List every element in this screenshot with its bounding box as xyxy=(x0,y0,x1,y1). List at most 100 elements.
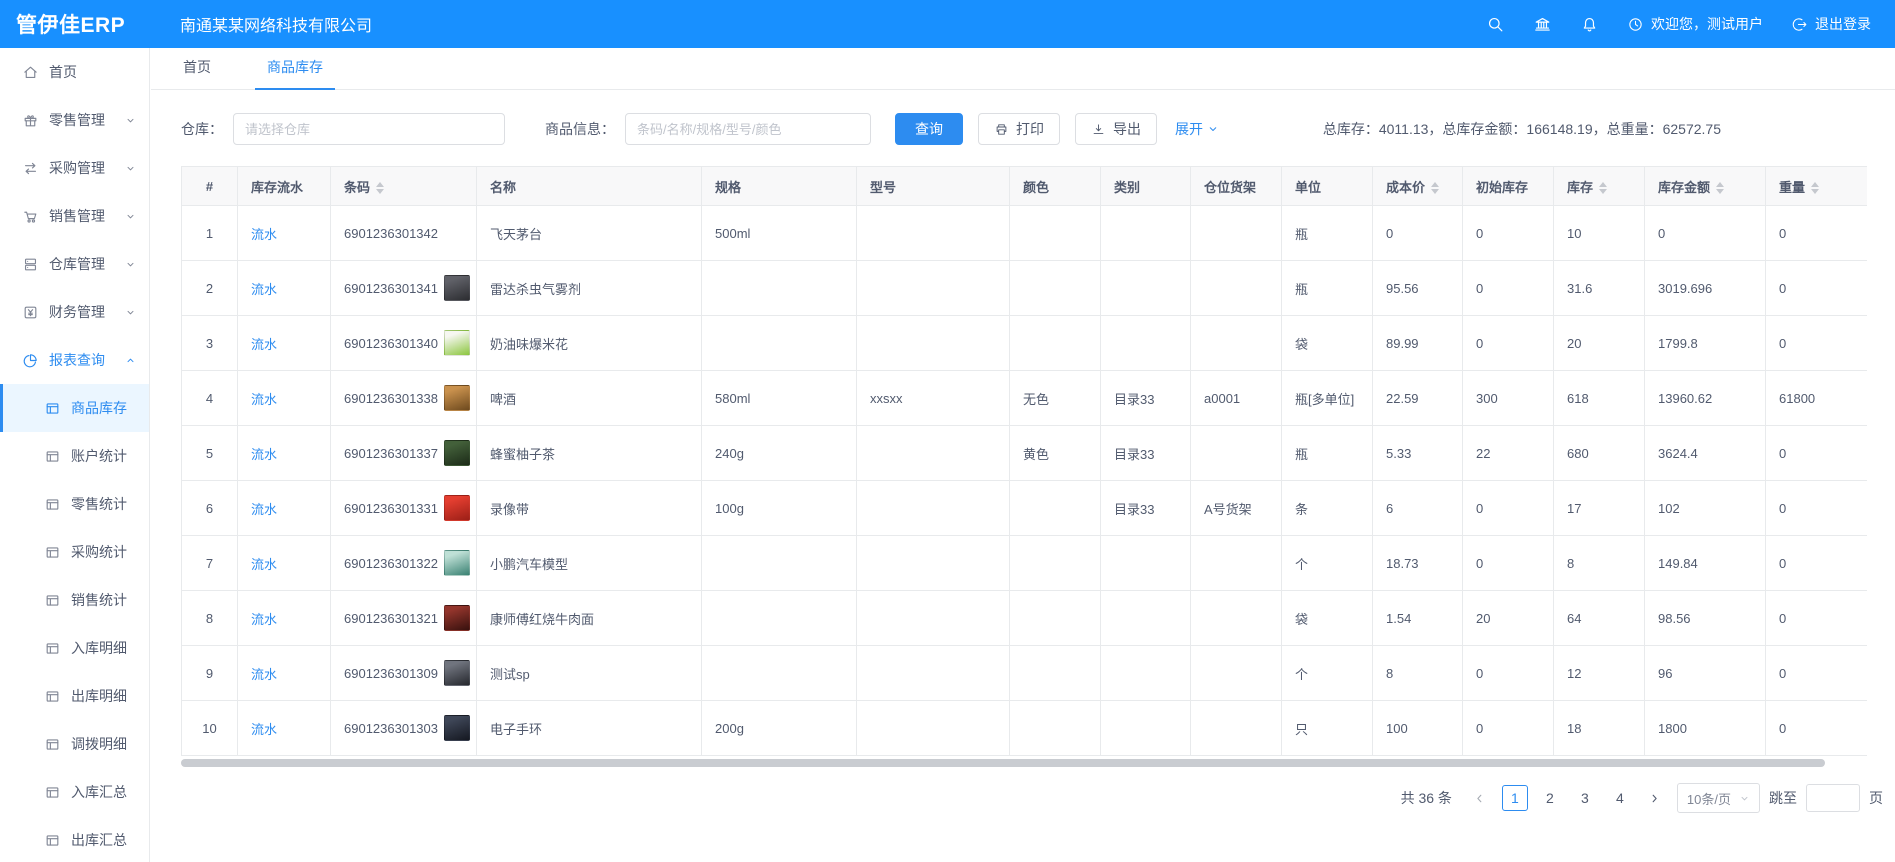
stock-flow-link[interactable]: 流水 xyxy=(251,667,277,682)
sidebar-item-goods-stock[interactable]: 商品库存 xyxy=(0,384,149,432)
page-button-1[interactable]: 1 xyxy=(1502,785,1528,811)
cell-color xyxy=(1010,591,1101,646)
stock-flow-link[interactable]: 流水 xyxy=(251,282,277,297)
search-icon[interactable] xyxy=(1486,15,1505,34)
page-size-select[interactable]: 10条/页 xyxy=(1677,783,1760,813)
product-thumbnail[interactable] xyxy=(444,275,470,301)
page-button-3[interactable]: 3 xyxy=(1572,785,1598,811)
product-thumbnail[interactable] xyxy=(444,605,470,631)
cell-model xyxy=(857,646,1010,701)
cell-initial-stock: 0 xyxy=(1463,646,1554,701)
column-header-10[interactable]: 成本价 xyxy=(1373,167,1463,206)
column-header-2[interactable]: 条码 xyxy=(331,167,477,206)
bell-icon[interactable] xyxy=(1580,15,1599,34)
page-size-value: 10条/页 xyxy=(1687,789,1731,808)
sidebar-item-inbound-detail[interactable]: 入库明细 xyxy=(0,624,149,672)
cell-color xyxy=(1010,206,1101,261)
welcome-user[interactable]: 欢迎您，测试用户 xyxy=(1627,14,1763,34)
stock-flow-link[interactable]: 流水 xyxy=(251,337,277,352)
sidebar-item-outbound-summary[interactable]: 出库汇总 xyxy=(0,816,149,862)
sort-caret[interactable] xyxy=(376,182,384,194)
table-header-row: #库存流水条码名称规格型号颜色类别仓位货架单位成本价初始库存库存库存金额重量 xyxy=(182,167,1868,206)
cell-category xyxy=(1101,701,1191,756)
jump-page-input[interactable] xyxy=(1806,784,1860,812)
sidebar-item-purchase[interactable]: 采购管理 xyxy=(0,144,149,192)
cell-stock-amount: 98.56 xyxy=(1645,591,1766,646)
sidebar-item-retail-stats[interactable]: 零售统计 xyxy=(0,480,149,528)
sidebar-item-outbound-detail[interactable]: 出库明细 xyxy=(0,672,149,720)
barcode-text: 6901236301309 xyxy=(344,666,438,681)
product-thumbnail[interactable] xyxy=(444,715,470,741)
cell-unit: 瓶 xyxy=(1282,261,1373,316)
sidebar-item-warehouse[interactable]: 仓库管理 xyxy=(0,240,149,288)
sidebar-item-transfer-detail[interactable]: 调拨明细 xyxy=(0,720,149,768)
stock-flow-link[interactable]: 流水 xyxy=(251,392,277,407)
scrollbar-thumb[interactable] xyxy=(181,759,1825,767)
search-button[interactable]: 查询 xyxy=(895,113,963,145)
tab-goods-stock[interactable]: 商品库存 xyxy=(265,57,325,89)
cell-barcode: 6901236301331 xyxy=(331,481,477,536)
cell-barcode: 6901236301337 xyxy=(331,426,477,481)
next-page-button[interactable] xyxy=(1642,785,1668,811)
column-header-12[interactable]: 库存 xyxy=(1554,167,1645,206)
cell-weight: 0 xyxy=(1766,206,1868,261)
cell-weight: 0 xyxy=(1766,591,1868,646)
list-icon xyxy=(44,400,61,417)
barcode-text: 6901236301338 xyxy=(344,391,438,406)
bank-icon[interactable] xyxy=(1533,15,1552,34)
horizontal-scrollbar[interactable] xyxy=(181,759,1867,767)
page-button-4[interactable]: 4 xyxy=(1607,785,1633,811)
page-button-2[interactable]: 2 xyxy=(1537,785,1563,811)
cell-stock: 618 xyxy=(1554,371,1645,426)
sidebar-item-retail[interactable]: 零售管理 xyxy=(0,96,149,144)
product-thumbnail[interactable] xyxy=(444,660,470,686)
cell-color xyxy=(1010,646,1101,701)
table-row: 9流水6901236301309测试sp个8012960 xyxy=(182,646,1868,701)
product-thumbnail[interactable] xyxy=(444,330,470,356)
stock-flow-link[interactable]: 流水 xyxy=(251,557,277,572)
sidebar-item-sales-stats[interactable]: 销售统计 xyxy=(0,576,149,624)
cell-barcode: 6901236301342 xyxy=(331,206,477,261)
cell-stock: 20 xyxy=(1554,316,1645,371)
cell-unit: 袋 xyxy=(1282,591,1373,646)
sidebar-item-inbound-summary[interactable]: 入库汇总 xyxy=(0,768,149,816)
topbar-actions: 欢迎您，测试用户 退出登录 xyxy=(1486,14,1895,34)
print-button[interactable]: 打印 xyxy=(978,113,1060,145)
column-label: 名称 xyxy=(490,180,516,195)
stock-flow-link[interactable]: 流水 xyxy=(251,612,277,627)
cell-spec xyxy=(702,536,857,591)
total-count: 共 36 条 xyxy=(1401,788,1452,808)
sidebar-item-sales[interactable]: 销售管理 xyxy=(0,192,149,240)
product-thumbnail[interactable] xyxy=(444,440,470,466)
product-thumbnail[interactable] xyxy=(444,550,470,576)
table-row: 4流水6901236301338啤酒580mlxxsxx无色目录33a0001瓶… xyxy=(182,371,1868,426)
pagination: 共 36 条 1234 10条/页 跳至 页 xyxy=(181,783,1883,813)
cell-flow: 流水 xyxy=(238,481,331,536)
sort-caret[interactable] xyxy=(1599,182,1607,194)
sidebar-subitem-label: 销售统计 xyxy=(71,590,127,610)
stock-flow-link[interactable]: 流水 xyxy=(251,447,277,462)
sidebar-item-purchase-stats[interactable]: 采购统计 xyxy=(0,528,149,576)
sidebar-item-finance[interactable]: 财务管理 xyxy=(0,288,149,336)
stock-flow-link[interactable]: 流水 xyxy=(251,227,277,242)
product-info-input[interactable] xyxy=(625,113,871,145)
logout-button[interactable]: 退出登录 xyxy=(1791,14,1871,34)
sort-caret[interactable] xyxy=(1431,182,1439,194)
product-thumbnail[interactable] xyxy=(444,385,470,411)
product-thumbnail[interactable] xyxy=(444,495,470,521)
stock-flow-link[interactable]: 流水 xyxy=(251,722,277,737)
column-header-13[interactable]: 库存金额 xyxy=(1645,167,1766,206)
sidebar-item-account-stats[interactable]: 账户统计 xyxy=(0,432,149,480)
tab-home[interactable]: 首页 xyxy=(181,57,213,89)
sort-caret[interactable] xyxy=(1811,182,1819,194)
export-button[interactable]: 导出 xyxy=(1075,113,1157,145)
warehouse-select[interactable] xyxy=(233,113,505,145)
sort-caret[interactable] xyxy=(1716,182,1724,194)
sidebar-item-home[interactable]: 首页 xyxy=(0,48,149,96)
sidebar-item-reports[interactable]: 报表查询 xyxy=(0,336,149,384)
expand-link[interactable]: 展开 xyxy=(1175,119,1219,139)
cell-cost: 89.99 xyxy=(1373,316,1463,371)
prev-page-button[interactable] xyxy=(1467,785,1493,811)
column-header-14[interactable]: 重量 xyxy=(1766,167,1868,206)
stock-flow-link[interactable]: 流水 xyxy=(251,502,277,517)
